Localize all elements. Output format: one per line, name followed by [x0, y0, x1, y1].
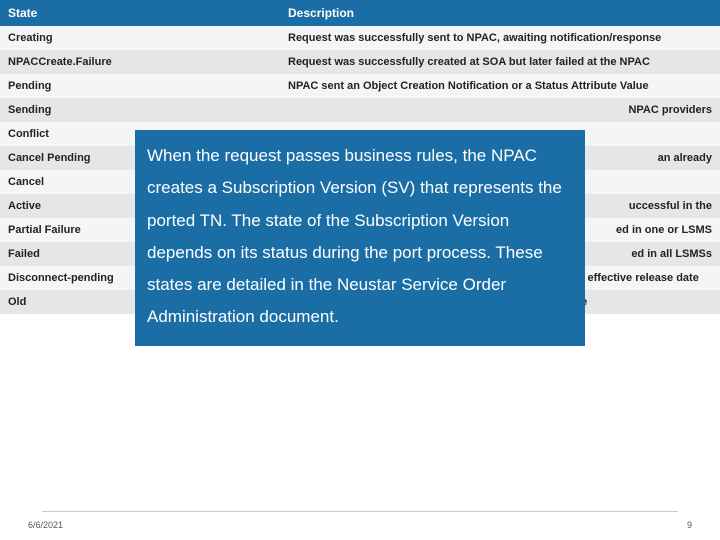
col-description: Description — [280, 0, 720, 26]
slide: State Description Creating Request was s… — [0, 0, 720, 540]
cell-state: Sending — [0, 98, 280, 122]
cell-desc: NPAC sent an Object Creation Notificatio… — [280, 74, 720, 98]
footer-page: 9 — [687, 520, 692, 530]
table-row: NPACCreate.Failure Request was successfu… — [0, 50, 720, 74]
table-row: Pending NPAC sent an Object Creation Not… — [0, 74, 720, 98]
cell-state: Pending — [0, 74, 280, 98]
cell-desc: Request was successfully sent to NPAC, a… — [280, 26, 720, 50]
cell-state: NPACCreate.Failure — [0, 50, 280, 74]
col-state: State — [0, 0, 280, 26]
footer-divider — [42, 511, 678, 512]
footer: 6/6/2021 9 — [0, 520, 720, 530]
cell-desc: NPAC providers — [280, 98, 720, 122]
footer-date: 6/6/2021 — [28, 520, 63, 530]
table-header-row: State Description — [0, 0, 720, 26]
table-row: Sending NPAC providers — [0, 98, 720, 122]
table-row: Creating Request was successfully sent t… — [0, 26, 720, 50]
cell-desc: Request was successfully created at SOA … — [280, 50, 720, 74]
cell-state: Creating — [0, 26, 280, 50]
overlay-callout: When the request passes business rules, … — [135, 130, 585, 346]
